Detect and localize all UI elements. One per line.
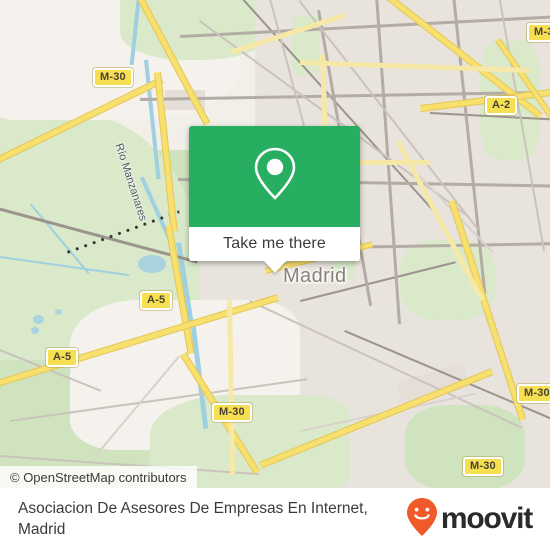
moovit-smile-pin-icon <box>406 497 438 542</box>
moovit-wordmark: moovit <box>440 502 533 535</box>
map-water-lake-casa-de-campo <box>138 255 166 273</box>
screenshot-root: Río Manzanares Madrid M-30A-2M-30A-5A-5M… <box>0 0 550 550</box>
moovit-logo[interactable]: moovit <box>406 497 533 542</box>
map-water-pond-small-3 <box>55 309 62 315</box>
footer-bar: Asociacion De Asesores De Empresas En In… <box>0 488 550 550</box>
place-title: Asociacion De Asesores De Empresas En In… <box>18 500 368 538</box>
map-city-label-madrid: Madrid <box>283 265 347 287</box>
map-shield-a-5: A-5 <box>140 291 173 310</box>
map-shield-a-2: A-2 <box>485 96 518 115</box>
map-shield-m-30: M-30 <box>517 384 550 403</box>
map-shield-m-30: M-30 <box>463 457 503 476</box>
map-canvas[interactable]: Río Manzanares Madrid M-30A-2M-30A-5A-5M… <box>0 0 550 488</box>
map-pin-icon <box>252 145 298 208</box>
map-water-pond-small-2 <box>31 327 39 334</box>
map-attribution[interactable]: © OpenStreetMap contributors <box>0 466 197 488</box>
popup-tail <box>263 261 286 273</box>
map-water-pond-small <box>33 315 44 324</box>
popup-action-button[interactable]: Take me there <box>189 227 360 261</box>
map-shield-m-30: M-30 <box>527 23 550 42</box>
popup-action-label: Take me there <box>223 235 326 252</box>
map-shield-m-30: M-30 <box>212 403 252 422</box>
map-popup[interactable]: Take me there <box>189 126 360 273</box>
popup-header <box>189 126 360 227</box>
map-shield-m-30: M-30 <box>93 68 133 87</box>
map-shield-a-5: A-5 <box>46 348 79 367</box>
